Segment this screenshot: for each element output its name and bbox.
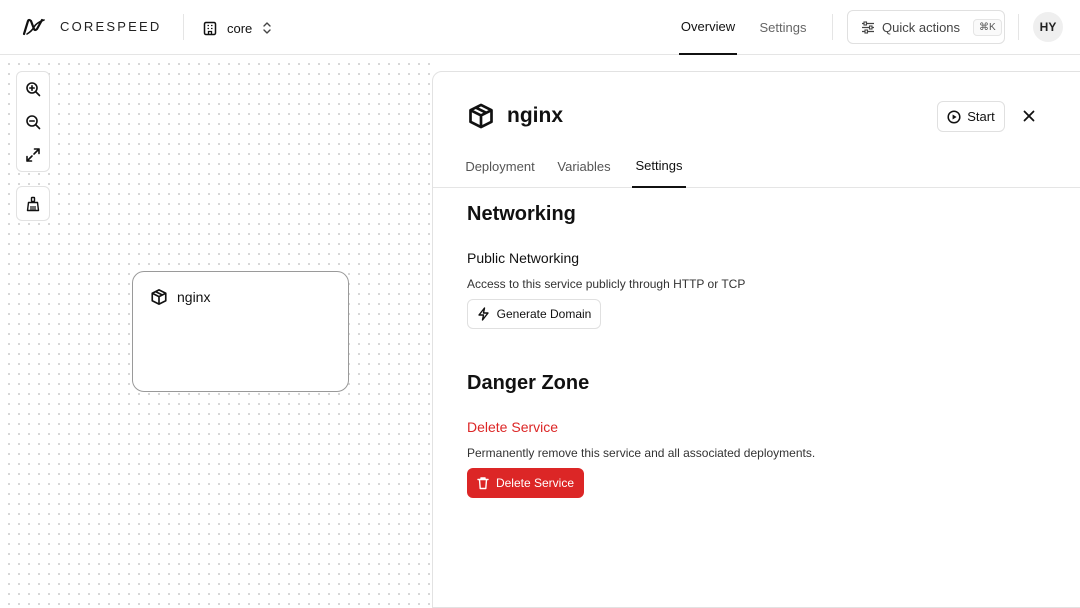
lightning-icon bbox=[477, 307, 489, 321]
tab-deployment[interactable]: Deployment bbox=[465, 144, 534, 188]
brand-name: CORESPEED bbox=[60, 19, 162, 34]
building-icon bbox=[203, 21, 217, 35]
zoom-in-button[interactable] bbox=[17, 72, 49, 105]
tab-settings[interactable]: Settings bbox=[632, 144, 686, 188]
top-bar: CORESPEED core Overview Settings Quick a… bbox=[0, 0, 1080, 55]
nav-tab-overview[interactable]: Overview bbox=[679, 0, 737, 55]
sliders-icon bbox=[862, 20, 874, 34]
zoom-in-icon bbox=[26, 81, 41, 96]
header-divider bbox=[832, 14, 833, 40]
delete-service-label: Delete Service bbox=[495, 476, 575, 490]
corespeed-logo-icon[interactable] bbox=[22, 17, 46, 37]
nav-tab-settings[interactable]: Settings bbox=[756, 0, 810, 55]
delete-service-button[interactable]: Delete Service bbox=[467, 468, 584, 498]
service-card-header: nginx bbox=[150, 288, 210, 306]
zoom-out-button[interactable] bbox=[17, 105, 49, 138]
start-label: Start bbox=[967, 109, 995, 124]
networking-heading: Networking bbox=[467, 203, 576, 225]
package-icon bbox=[151, 289, 167, 305]
project-switcher[interactable]: core bbox=[203, 18, 272, 38]
panel-header: nginx bbox=[467, 102, 563, 130]
service-title: nginx bbox=[507, 104, 563, 127]
public-networking-description: Access to this service publicly through … bbox=[467, 277, 746, 291]
cleanup-toolbar bbox=[16, 186, 50, 221]
generate-domain-button[interactable]: Generate Domain bbox=[467, 299, 601, 329]
generate-domain-label: Generate Domain bbox=[496, 307, 592, 321]
play-circle-icon bbox=[947, 109, 961, 124]
zoom-toolbar bbox=[16, 71, 50, 172]
keyboard-shortcut-badge: ⌘K bbox=[973, 18, 1002, 36]
start-button[interactable]: Start bbox=[937, 101, 1005, 132]
fit-view-button[interactable] bbox=[17, 138, 49, 171]
quick-actions-button[interactable]: Quick actions ⌘K bbox=[847, 10, 1005, 44]
cleanup-button[interactable] bbox=[17, 187, 49, 220]
public-networking-title: Public Networking bbox=[467, 250, 580, 266]
chevrons-up-down-icon bbox=[263, 22, 271, 34]
zoom-out-icon bbox=[26, 114, 41, 129]
user-avatar[interactable]: HY bbox=[1033, 12, 1063, 42]
tab-variables[interactable]: Variables bbox=[557, 144, 610, 188]
quick-actions-label: Quick actions bbox=[882, 19, 961, 35]
expand-icon bbox=[26, 147, 40, 162]
header-divider bbox=[1018, 14, 1019, 40]
service-card-name: nginx bbox=[177, 289, 211, 305]
delete-service-title: Delete Service bbox=[467, 419, 559, 435]
service-detail-panel: nginx Start Deployment Variables Setting… bbox=[432, 71, 1080, 608]
trash-icon bbox=[477, 477, 489, 490]
danger-zone-heading: Danger Zone bbox=[467, 372, 590, 394]
project-name: core bbox=[227, 20, 253, 36]
delete-service-description: Permanently remove this service and all … bbox=[467, 446, 816, 460]
header-divider bbox=[183, 14, 184, 40]
service-canvas[interactable]: nginx bbox=[0, 55, 433, 608]
close-icon bbox=[1023, 110, 1035, 122]
package-icon bbox=[469, 103, 493, 129]
panel-tabs: Deployment Variables Settings bbox=[433, 144, 1080, 188]
broom-icon bbox=[26, 196, 40, 211]
close-panel-button[interactable] bbox=[1019, 106, 1039, 126]
service-card-nginx[interactable]: nginx bbox=[132, 271, 349, 392]
